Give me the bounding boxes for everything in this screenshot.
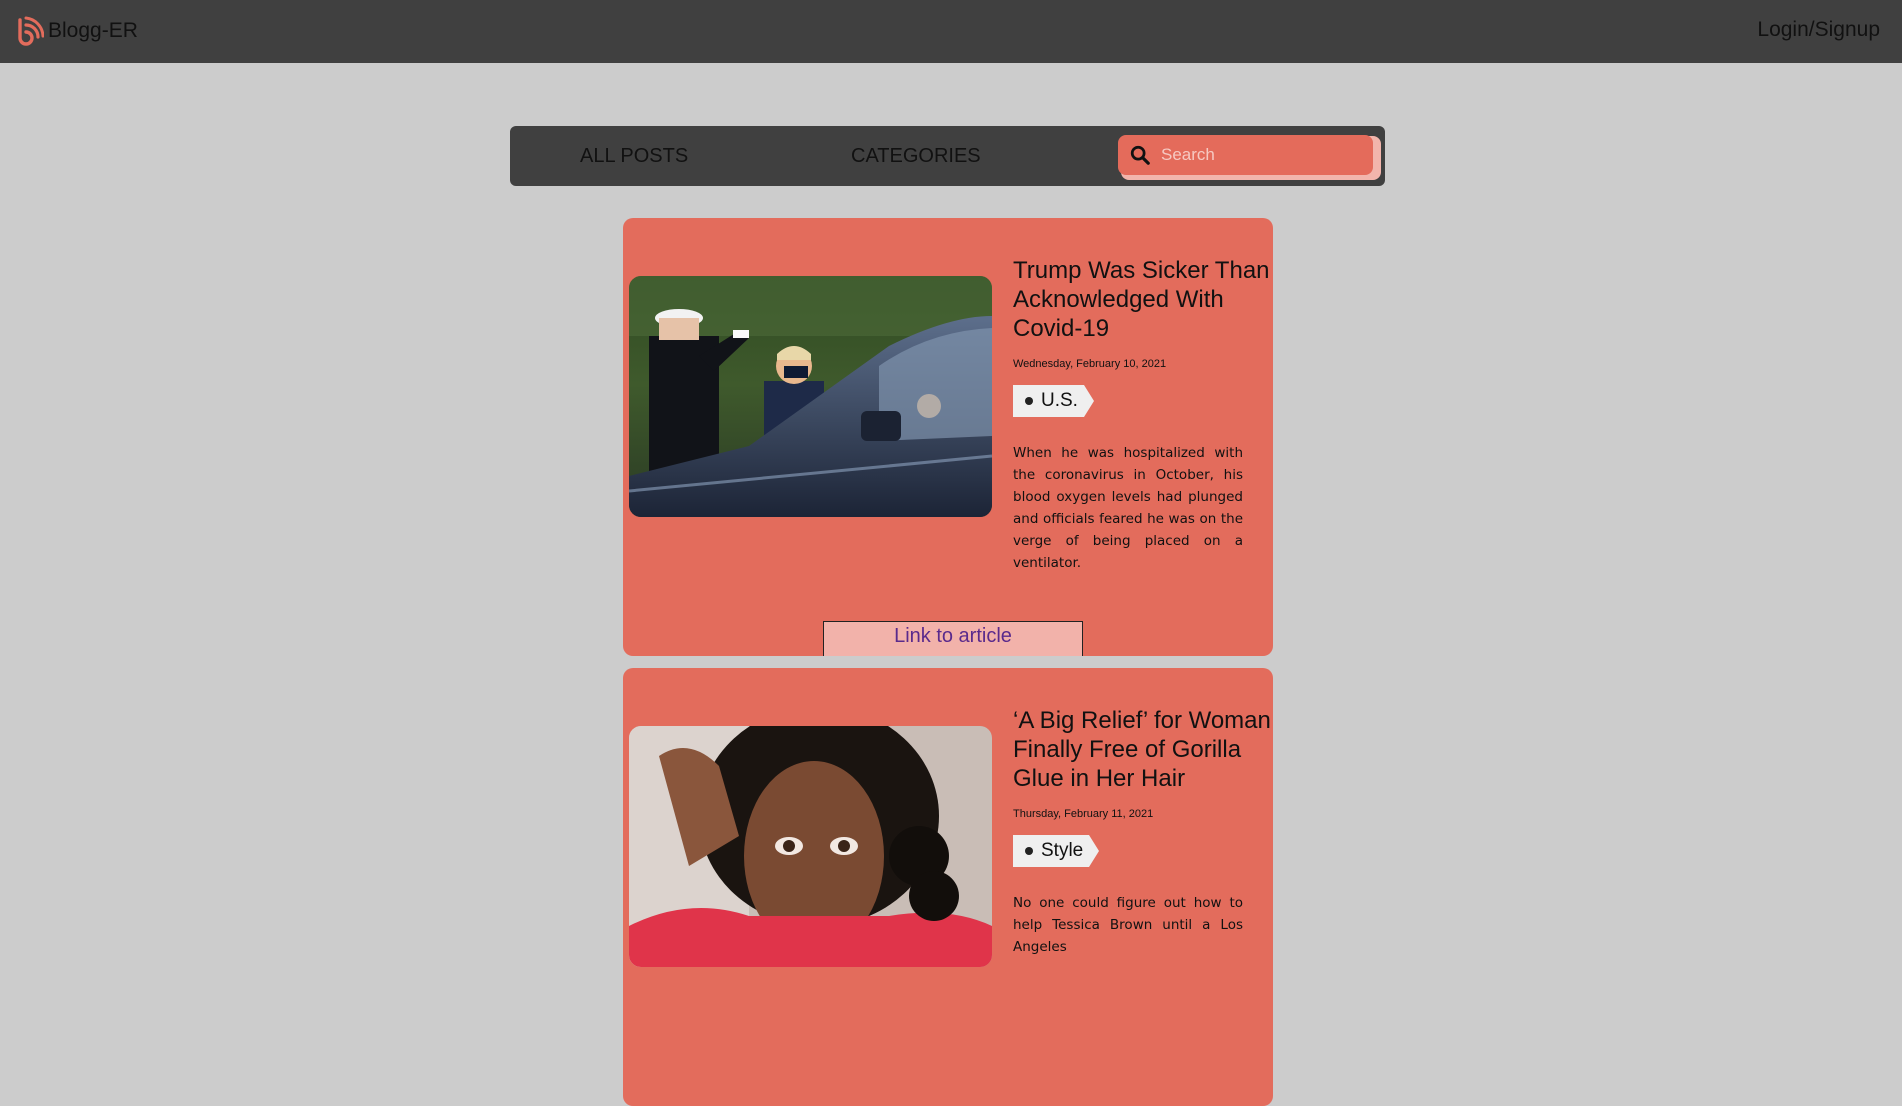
post-summary: No one could figure out how to help Tess… [1013, 895, 1243, 955]
search-input[interactable] [1159, 144, 1363, 166]
category-label: Style [1041, 840, 1084, 861]
login-signup-link[interactable]: Login/Signup [1757, 18, 1880, 42]
search-icon[interactable] [1129, 144, 1151, 166]
post-image[interactable] [629, 726, 992, 967]
tag-dot-icon [1025, 397, 1033, 405]
nav-all-posts[interactable]: ALL POSTS [580, 145, 688, 168]
link-to-article-button[interactable]: Link to article [823, 621, 1083, 656]
post-date: Wednesday, February 10, 2021 [1013, 358, 1167, 370]
brand[interactable]: Blogg-ER [14, 16, 138, 46]
post-title[interactable]: ‘A Big Relief’ for Woman Finally Free of… [1013, 706, 1271, 793]
category-tag[interactable]: Style [1013, 835, 1100, 867]
post-photo [629, 726, 992, 967]
post-image[interactable] [629, 276, 992, 517]
logo-icon [18, 16, 44, 46]
search-box[interactable] [1118, 135, 1373, 175]
post-summary: When he was hospitalized with the corona… [1013, 445, 1243, 571]
nav-bar: ALL POSTS CATEGORIES [510, 126, 1385, 186]
tag-dot-icon [1025, 847, 1033, 855]
post-card: Trump Was Sicker Than Acknowledged With … [623, 218, 1273, 656]
category-label: U.S. [1041, 390, 1078, 411]
post-card: ‘A Big Relief’ for Woman Finally Free of… [623, 668, 1273, 1106]
category-tag[interactable]: U.S. [1013, 385, 1094, 417]
top-bar: Blogg-ER Login/Signup [0, 0, 1902, 63]
brand-name: Blogg-ER [48, 19, 138, 42]
post-title[interactable]: Trump Was Sicker Than Acknowledged With … [1013, 256, 1271, 343]
post-date: Thursday, February 11, 2021 [1013, 808, 1154, 820]
nav-categories[interactable]: CATEGORIES [851, 145, 981, 168]
post-photo [629, 276, 992, 517]
